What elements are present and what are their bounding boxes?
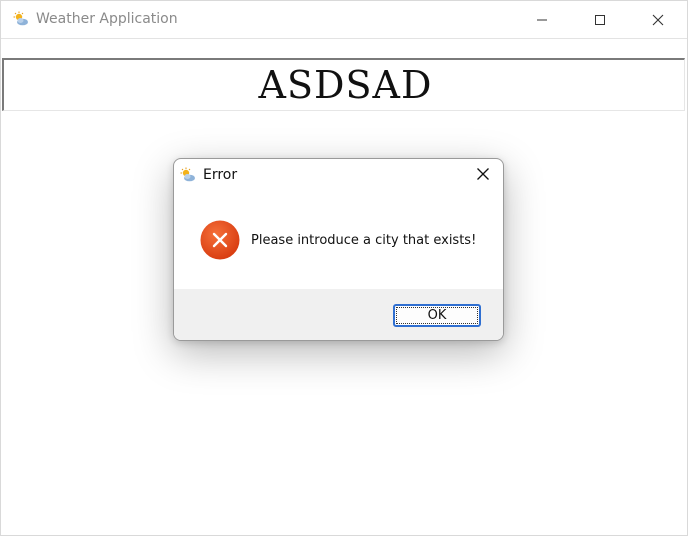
error-icon bbox=[200, 220, 240, 260]
close-icon bbox=[476, 166, 490, 185]
city-input[interactable]: ASDSAD bbox=[2, 58, 685, 111]
close-icon bbox=[652, 14, 664, 26]
window-title: Weather Application bbox=[36, 11, 178, 27]
weather-sun-cloud-icon bbox=[180, 167, 196, 183]
dialog-titlebar[interactable]: Error bbox=[174, 159, 503, 191]
dialog-close-button[interactable] bbox=[464, 159, 502, 191]
city-input-value: ASDSAD bbox=[258, 63, 433, 107]
maximize-icon bbox=[594, 14, 606, 26]
minimize-button[interactable] bbox=[513, 1, 571, 38]
weather-sun-cloud-icon bbox=[13, 11, 29, 27]
dialog-title: Error bbox=[203, 167, 238, 183]
window-titlebar[interactable]: Weather Application bbox=[1, 1, 687, 39]
maximize-button[interactable] bbox=[571, 1, 629, 38]
dialog-message: Please introduce a city that exists! bbox=[251, 233, 477, 248]
close-button[interactable] bbox=[629, 1, 687, 38]
ok-button[interactable]: OK bbox=[393, 304, 481, 327]
error-dialog: Error Please introduce a city that exist… bbox=[173, 158, 504, 341]
focus-ring bbox=[396, 307, 478, 324]
minimize-icon bbox=[536, 14, 548, 26]
